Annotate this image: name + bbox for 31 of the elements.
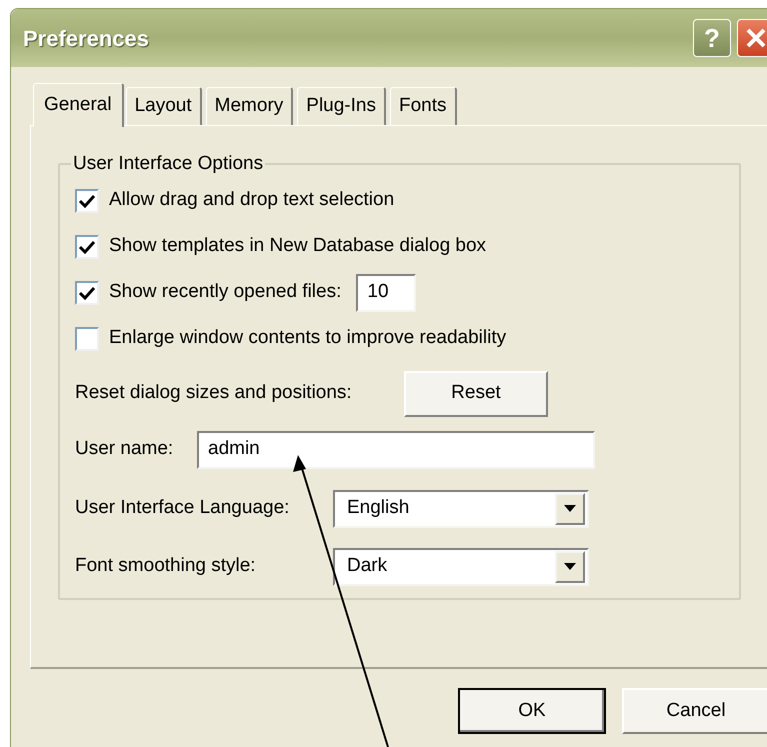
checkbox[interactable] [75, 326, 99, 350]
dropdown[interactable]: Dark [333, 548, 589, 586]
checkbox[interactable] [75, 234, 99, 258]
tab[interactable]: Layout [126, 87, 202, 125]
user-name-label: User name: [75, 437, 174, 462]
dropdown-label: Font smoothing style: [75, 554, 257, 578]
dialog-button[interactable]: OK [458, 688, 606, 734]
close-icon[interactable] [745, 27, 767, 49]
number-field[interactable]: 10 [356, 274, 416, 312]
tab[interactable]: Plug-Ins [297, 87, 386, 125]
close-button[interactable] [737, 19, 767, 57]
checkbox-label: Show templates in New Database dialog box [109, 234, 486, 258]
check-icon [79, 194, 95, 208]
checkbox-label: Enlarge window contents to improve readability [109, 326, 506, 350]
check-icon [79, 286, 95, 300]
checkbox[interactable] [75, 188, 99, 212]
checkbox-label: Show recently opened files: [109, 280, 342, 304]
checkbox[interactable] [75, 280, 99, 304]
check-icon [79, 240, 95, 254]
reset-label: Reset dialog sizes and positions: [75, 381, 353, 406]
dropdown[interactable]: English [333, 490, 589, 528]
reset-button[interactable]: Reset [404, 370, 548, 416]
group-title: User Interface Options [72, 152, 264, 176]
user-name-field[interactable]: admin [197, 430, 595, 468]
tab[interactable]: General [33, 83, 124, 127]
dialog-button[interactable]: Cancel [622, 688, 767, 734]
tab[interactable]: Fonts [390, 87, 457, 125]
dropdown-label: User Interface Language: [75, 496, 290, 520]
tab[interactable]: Memory [206, 87, 294, 125]
window-title: Preferences [23, 24, 150, 52]
checkbox-label: Allow drag and drop text selection [109, 188, 394, 212]
